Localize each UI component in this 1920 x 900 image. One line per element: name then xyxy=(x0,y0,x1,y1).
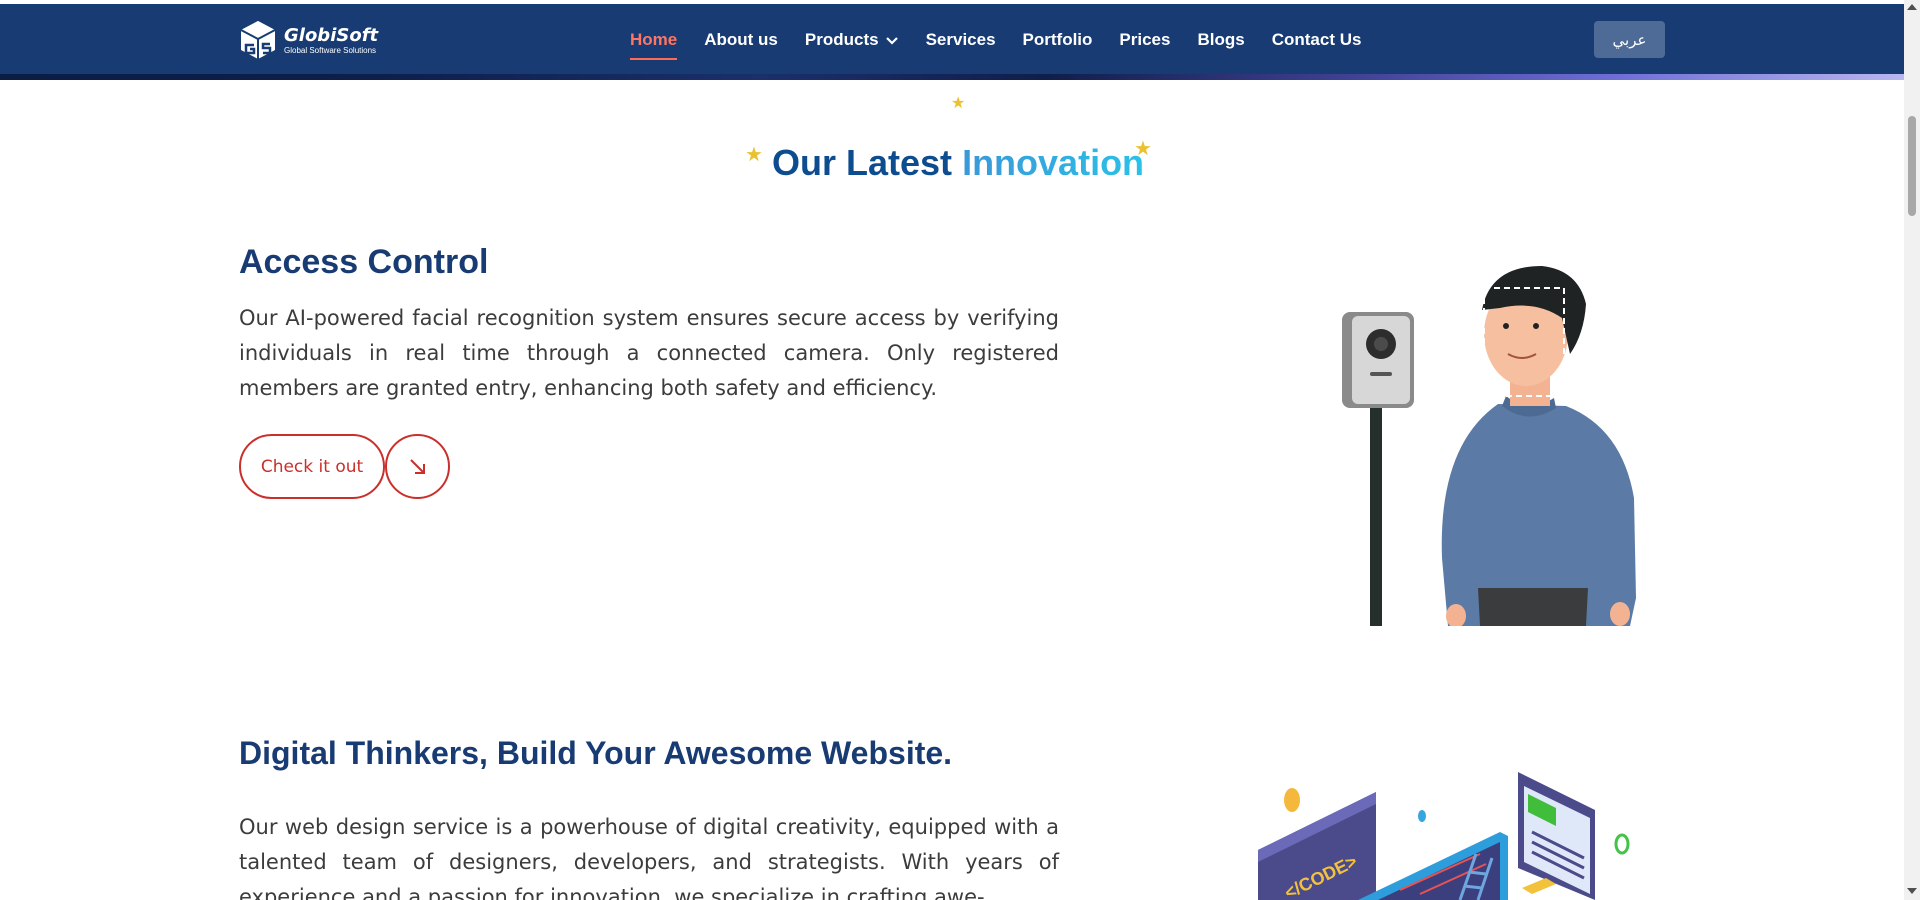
nav-item-prices[interactable]: Prices xyxy=(1119,30,1170,50)
nav-item-about[interactable]: About us xyxy=(704,30,778,50)
language-toggle-button[interactable]: عربي xyxy=(1594,21,1665,58)
access-control-description: Our AI-powered facial recognition system… xyxy=(239,306,1059,400)
nav-item-products[interactable]: Products xyxy=(805,30,899,50)
web-design-description: Our web design service is a powerhouse o… xyxy=(239,815,1059,900)
web-design-title: Digital Thinkers, Build Your Awesome Web… xyxy=(239,735,953,771)
section-heading-part2: Innovation xyxy=(962,142,1145,183)
star-icon: ★ xyxy=(745,144,763,166)
logo-cube-icon xyxy=(240,21,276,59)
main-nav: Home About us Products Services Portfoli… xyxy=(630,4,1388,76)
face-recognition-illustration xyxy=(1342,266,1636,626)
section-heading: Our Latest Innovation xyxy=(772,140,1144,186)
logo-title: GlobiSoft xyxy=(284,25,379,46)
section-heading-part1: Our Latest xyxy=(772,142,953,183)
vertical-scrollbar[interactable] xyxy=(1904,0,1920,900)
web-design-illustration: </CODE> xyxy=(1258,772,1630,900)
nav-item-contact[interactable]: Contact Us xyxy=(1272,30,1362,50)
chevron-down-icon xyxy=(885,37,898,45)
access-control-title: Access Control xyxy=(239,243,489,281)
arrow-button[interactable] xyxy=(385,434,450,499)
nav-item-home[interactable]: Home xyxy=(630,30,678,60)
nav-item-blogs[interactable]: Blogs xyxy=(1197,30,1244,50)
nav-item-portfolio[interactable]: Portfolio xyxy=(1023,30,1093,50)
logo[interactable]: GlobiSoft Global Software Solutions xyxy=(238,18,390,64)
star-icon: ★ xyxy=(951,95,966,112)
arrow-down-right-icon xyxy=(409,458,425,474)
logo-subtitle: Global Software Solutions xyxy=(284,46,377,55)
check-it-out-button[interactable]: Check it out xyxy=(239,434,385,499)
scroll-down-arrow-icon[interactable] xyxy=(1907,888,1917,894)
scrollbar-thumb[interactable] xyxy=(1908,116,1916,216)
scroll-up-arrow-icon[interactable] xyxy=(1907,4,1917,10)
nav-item-products-label: Products xyxy=(804,30,879,49)
nav-item-services[interactable]: Services xyxy=(926,30,996,50)
